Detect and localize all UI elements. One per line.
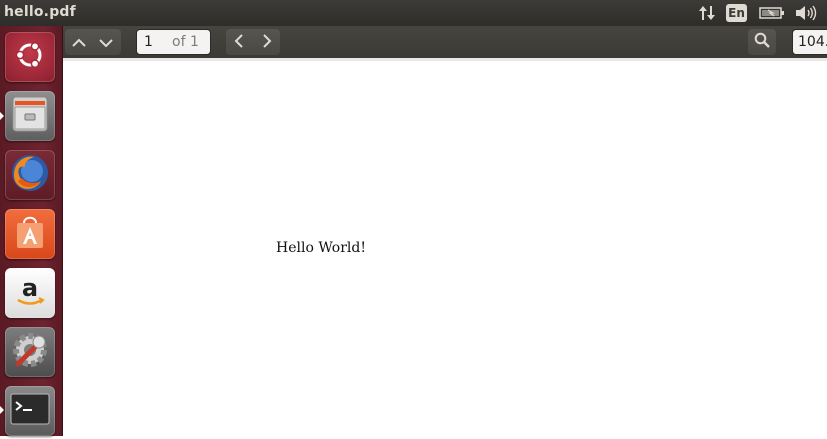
viewer-toolbar: 1 of 1 104.0: [63, 26, 827, 58]
zoom-value[interactable]: 104.0: [798, 34, 827, 50]
shopping-bag-icon: [10, 212, 50, 256]
svg-text:a: a: [22, 274, 38, 302]
network-updown-icon[interactable]: [698, 5, 716, 21]
page-number-input[interactable]: 1: [144, 34, 153, 50]
page-total-label: of 1: [172, 34, 199, 50]
search-button[interactable]: [749, 29, 775, 55]
next-page-button[interactable]: [93, 29, 119, 55]
previous-page-button[interactable]: [66, 29, 92, 55]
keyboard-language-indicator[interactable]: En: [726, 4, 747, 22]
document-text: Hello World!: [276, 240, 366, 256]
files-icon: [10, 94, 50, 138]
launcher-system-settings[interactable]: [5, 327, 55, 377]
history-forward-button[interactable]: [254, 29, 280, 55]
running-indicator: [0, 406, 4, 414]
firefox-icon: [8, 151, 52, 199]
page-number-field[interactable]: 1 of 1: [136, 29, 211, 55]
launcher-files[interactable]: [5, 91, 55, 141]
chevron-right-icon: [262, 33, 272, 52]
chevron-left-icon: [234, 33, 244, 52]
terminal-icon: [9, 391, 51, 431]
battery-icon[interactable]: [759, 6, 785, 20]
amazon-icon: a: [10, 271, 50, 315]
window-title: hello.pdf: [4, 4, 76, 20]
search-icon: [754, 32, 770, 52]
history-back-button[interactable]: [226, 29, 252, 55]
launcher: a: [0, 26, 63, 436]
ubuntu-logo-icon: [12, 37, 48, 77]
dash-button[interactable]: [5, 32, 55, 82]
launcher-firefox[interactable]: [5, 150, 55, 200]
launcher-software-center[interactable]: [5, 209, 55, 259]
launcher-amazon[interactable]: a: [5, 268, 55, 318]
running-indicator: [0, 112, 4, 120]
launcher-terminal[interactable]: [5, 386, 55, 436]
chevron-up-icon: [72, 33, 86, 52]
keyboard-language-label: En: [728, 6, 745, 20]
indicator-area: En: [698, 0, 827, 26]
settings-wrench-icon: [8, 328, 52, 376]
chevron-down-icon: [99, 33, 113, 52]
zoom-field[interactable]: 104.0: [792, 29, 827, 55]
volume-icon[interactable]: [795, 5, 817, 21]
top-panel: hello.pdf En: [0, 0, 827, 26]
document-view[interactable]: Hello World!: [63, 58, 827, 439]
